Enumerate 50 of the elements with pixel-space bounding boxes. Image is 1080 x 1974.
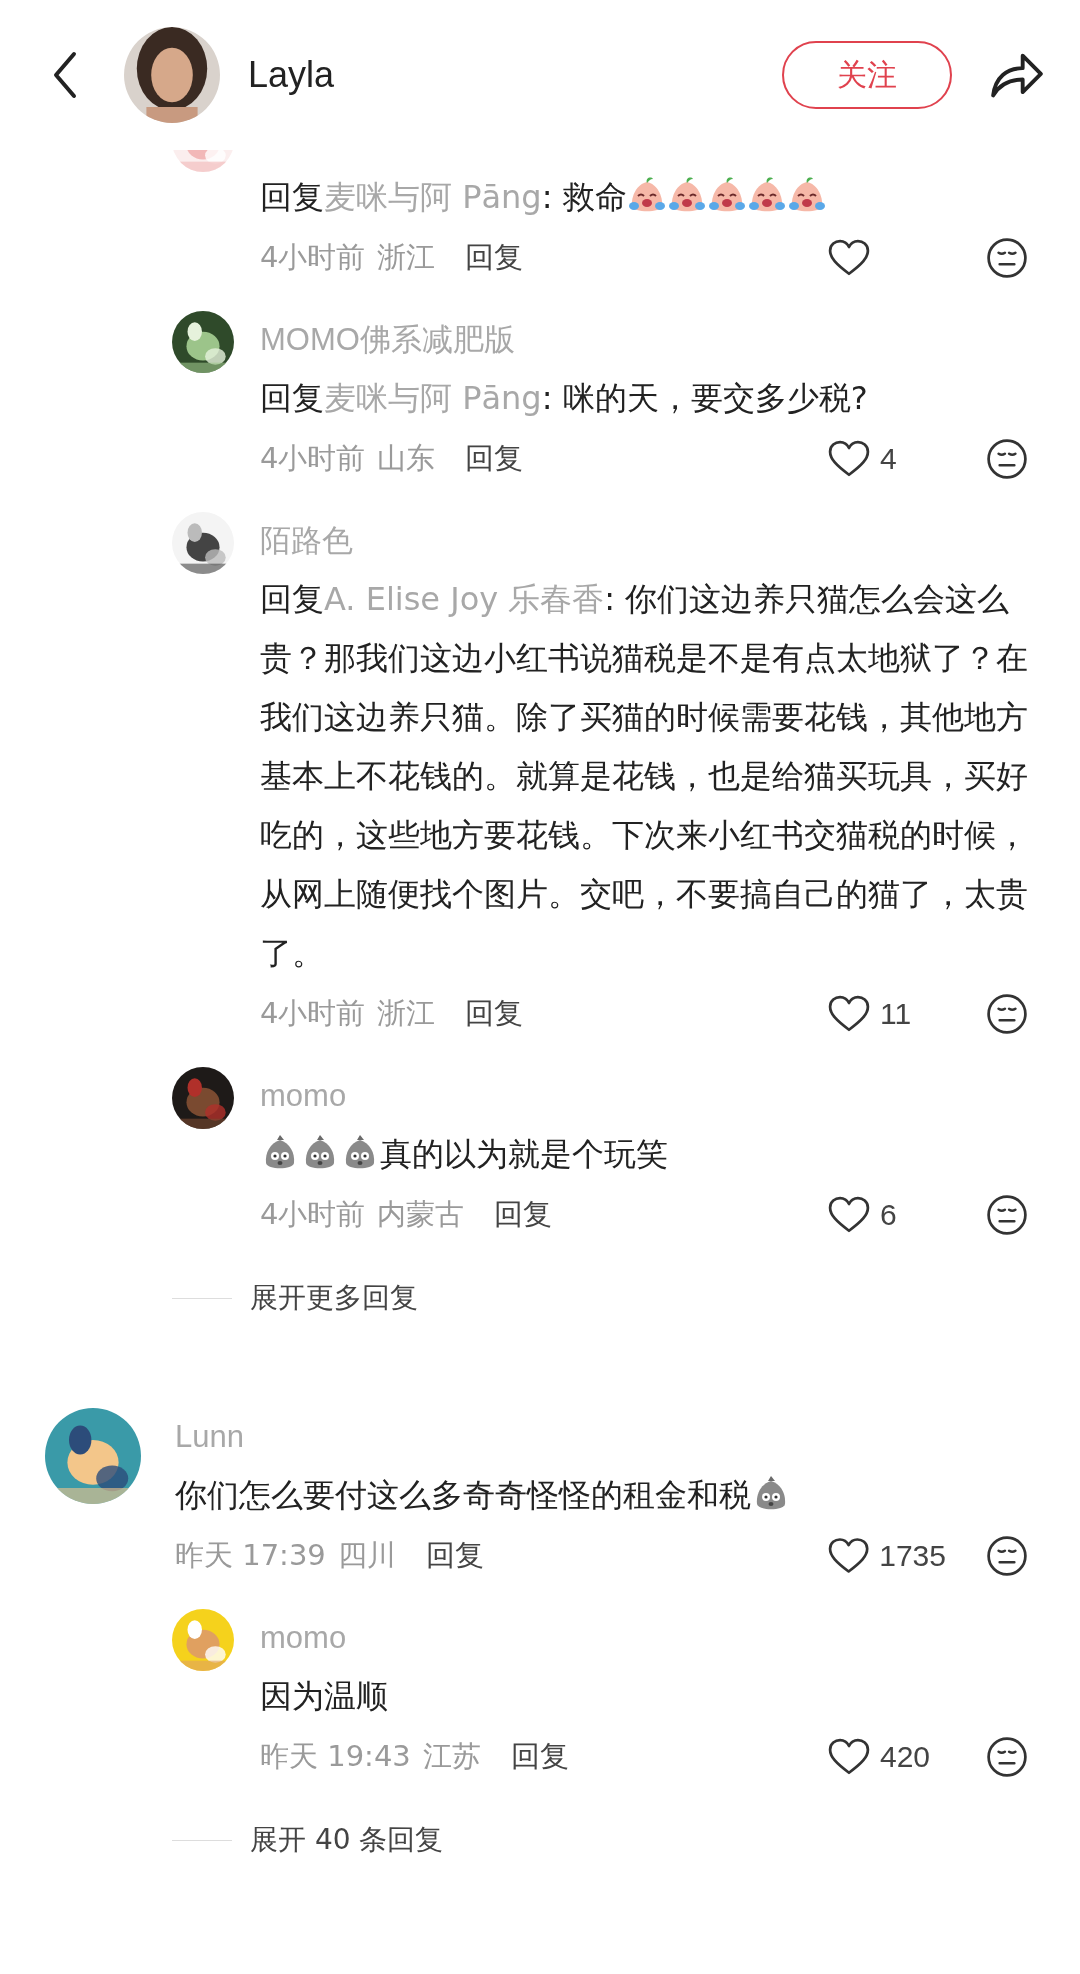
heart-icon xyxy=(828,1196,870,1234)
comment-time: 4小时前 xyxy=(260,440,366,477)
comment-text: 回复A. Elise Joy 乐春香: 你们这边养只猫怎么会这么贵？那我们这边小红书说猫税是不是有点太地狱了？在我们这边养只猫。除了买猫的时候需要花钱，其他地方基本上不花钱的。就算是花钱，也是给猫买玩具，买好吃的，这些地方要花钱。下次来小红书交猫税的时候，从网上随便找个图片。交吧，不要搞自己的猫了，太贵了。 xyxy=(260,579,1028,974)
like-button[interactable]: 4 xyxy=(828,440,946,478)
comment-location: 山东 xyxy=(377,440,436,477)
comment-location: 江苏 xyxy=(422,1738,481,1775)
neutral-face-icon[interactable] xyxy=(986,237,1028,279)
comment-text: 真的以为就是个玩笑 xyxy=(260,1125,1028,1184)
reply-button[interactable]: 回复 xyxy=(465,238,524,278)
comment-text: 因为温顺 xyxy=(260,1676,389,1717)
comment-location: 浙江 xyxy=(377,239,436,276)
like-button[interactable]: 6 xyxy=(828,1196,946,1234)
reply-button[interactable]: 回复 xyxy=(425,1536,484,1576)
comment-location: 四川 xyxy=(337,1537,396,1574)
like-count: 11 xyxy=(880,997,912,1031)
like-button[interactable]: 1735 xyxy=(828,1537,946,1575)
expand-replies-button[interactable]: 展开更多回复 xyxy=(250,1279,418,1317)
comment-time: 4小时前 xyxy=(260,239,366,276)
heart-icon xyxy=(828,239,870,277)
comment-text: 你们怎么要付这么多奇奇怪怪的租金和税 xyxy=(175,1466,1028,1525)
comment-text: 回复麦咪与阿 Pāng: 咪的天，要交多少税? xyxy=(260,378,869,419)
neutral-face-icon[interactable] xyxy=(986,1194,1028,1236)
comment-time: 昨天 17:39 xyxy=(175,1537,326,1574)
comment-location: 内蒙古 xyxy=(377,1196,465,1233)
reply-button[interactable]: 回复 xyxy=(465,994,524,1034)
like-count: 1735 xyxy=(879,1539,946,1573)
comment-time: 4小时前 xyxy=(260,1196,366,1233)
follow-button[interactable]: 关注 xyxy=(782,41,952,109)
neutral-face-icon[interactable] xyxy=(986,1736,1028,1778)
neutral-face-icon[interactable] xyxy=(986,1535,1028,1577)
like-button[interactable]: 11 xyxy=(828,995,946,1033)
reply-button[interactable]: 回复 xyxy=(465,439,524,479)
reply-button[interactable]: 回复 xyxy=(510,1737,569,1777)
like-count: 4 xyxy=(880,442,897,476)
like-count: 420 xyxy=(880,1740,931,1774)
like-count: 6 xyxy=(880,1198,897,1232)
heart-icon xyxy=(828,1738,870,1776)
heart-icon xyxy=(828,440,870,478)
comment-time: 昨天 19:43 xyxy=(260,1738,411,1775)
comment-location: 浙江 xyxy=(377,995,436,1032)
comment-time: 4小时前 xyxy=(260,995,366,1032)
reply-button[interactable]: 回复 xyxy=(494,1195,553,1235)
expand-replies-button[interactable]: 展开 40 条回复 xyxy=(250,1821,444,1859)
neutral-face-icon[interactable] xyxy=(986,438,1028,480)
neutral-face-icon[interactable] xyxy=(986,993,1028,1035)
heart-icon xyxy=(828,1537,870,1575)
user-name[interactable]: Layla xyxy=(248,54,335,96)
comment-text: 回复麦咪与阿 Pāng: 救命 xyxy=(260,168,1028,227)
like-button[interactable]: 420 xyxy=(828,1738,946,1776)
heart-icon xyxy=(828,995,870,1033)
